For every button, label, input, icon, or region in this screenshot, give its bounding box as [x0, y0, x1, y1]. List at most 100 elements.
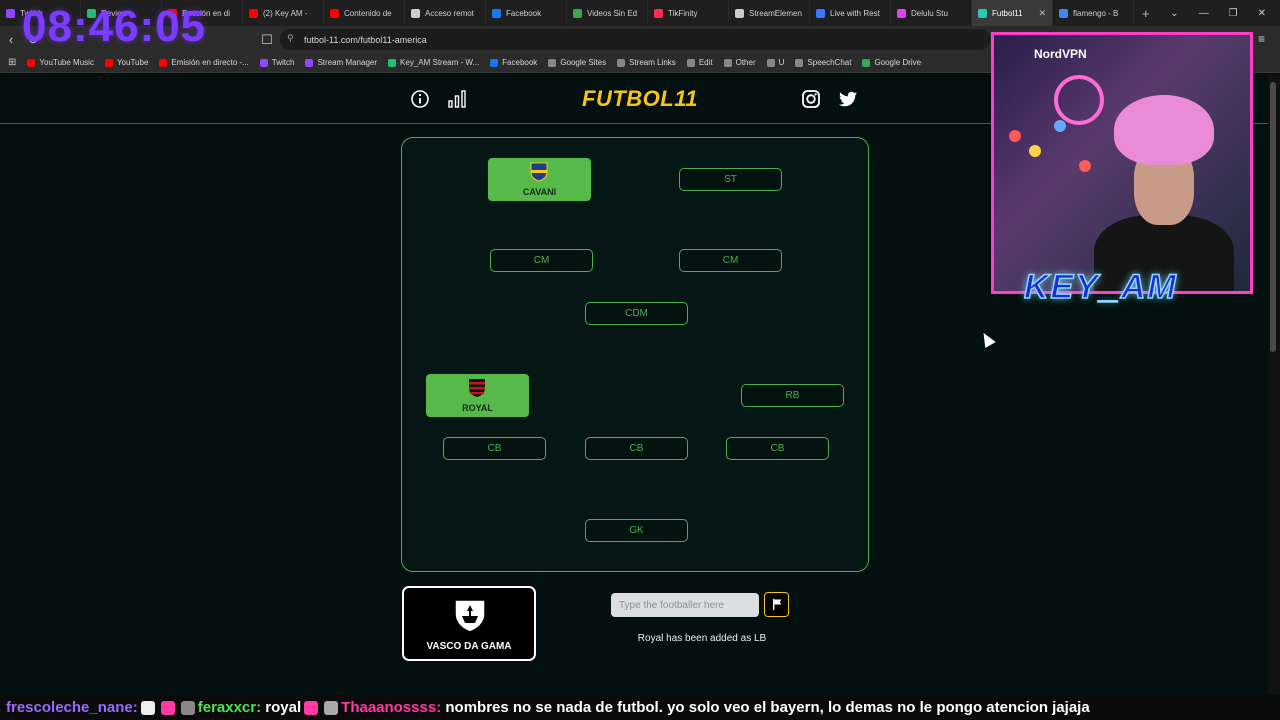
bookmark-label: Edit — [698, 58, 713, 67]
bookmark-item[interactable]: SpeechChat — [795, 58, 851, 67]
browser-tab[interactable]: (2) Key AM - — [243, 0, 324, 26]
give-up-flag-button[interactable] — [764, 592, 789, 617]
scrollbar-thumb[interactable] — [1270, 82, 1276, 352]
emote-icon — [324, 700, 339, 715]
futbol11-logo[interactable]: FUTBOL11 — [582, 86, 698, 112]
player-card-cavani[interactable]: CAVANI — [488, 158, 591, 201]
tab-label: StreamElemen — [749, 8, 802, 18]
bookmark-label: YouTube — [116, 58, 149, 67]
stream-clock-overlay: 08:46:05 — [22, 2, 207, 51]
bookmark-favicon-icon — [862, 58, 871, 67]
slot-cm-left[interactable]: CM — [490, 249, 593, 272]
bookmark-item[interactable]: Twitch — [259, 58, 294, 67]
slot-gk[interactable]: GK — [585, 519, 688, 542]
bookmark-item[interactable]: Emisión en directo -... — [159, 58, 249, 67]
bookmark-item[interactable]: U — [766, 58, 784, 67]
slot-cdm[interactable]: CDM — [585, 302, 688, 325]
tab-label: flamengo - B — [1073, 8, 1119, 18]
bookmark-item[interactable]: YouTube Music — [27, 58, 94, 67]
tab-favicon-icon — [735, 8, 744, 18]
bookmark-favicon-icon — [490, 58, 499, 67]
chat-ticker: frescoleche_nane: feraxxcr: royal Thaaan… — [0, 695, 1280, 720]
restore-button[interactable]: ❐ — [1229, 8, 1238, 19]
bookmark-item[interactable]: Other — [723, 58, 756, 67]
slot-st[interactable]: ST — [679, 168, 782, 191]
tab-label: Acceso remot — [425, 8, 474, 18]
tab-label: Live with Rest — [830, 8, 880, 18]
ring-light — [1054, 75, 1104, 125]
browser-tab[interactable]: StreamElemen — [729, 0, 810, 26]
footballer-search-input[interactable] — [611, 593, 759, 617]
slot-cb-right[interactable]: CB — [726, 437, 829, 460]
browser-tab[interactable]: Facebook — [486, 0, 567, 26]
slot-cm-right[interactable]: CM — [679, 249, 782, 272]
bookmark-item[interactable]: Edit — [686, 58, 713, 67]
minimize-button[interactable]: — — [1199, 8, 1209, 19]
page-scrollbar[interactable] — [1268, 74, 1280, 694]
bookmark-favicon-icon — [27, 58, 36, 67]
flag-icon — [772, 599, 781, 610]
site-info-icon[interactable]: ⚲ — [287, 33, 294, 44]
tab-favicon-icon — [6, 8, 15, 18]
slot-cb-center[interactable]: CB — [585, 437, 688, 460]
instagram-icon[interactable] — [801, 89, 821, 109]
tab-search-icon[interactable]: ⌄ — [1170, 8, 1178, 19]
chat-user: frescoleche_nane: — [6, 699, 138, 716]
bookmark-favicon-icon — [259, 58, 268, 67]
close-window-button[interactable]: ✕ — [1258, 8, 1266, 19]
bookmark-favicon-icon — [159, 58, 168, 67]
slot-cb-left[interactable]: CB — [443, 437, 546, 460]
stats-icon[interactable] — [447, 89, 467, 109]
club-name: VASCO DA GAMA — [426, 641, 512, 652]
bookmark-item[interactable]: Facebook — [490, 58, 537, 67]
bookmark-item[interactable]: YouTube — [104, 58, 149, 67]
close-tab-icon[interactable]: ✕ — [1038, 8, 1046, 19]
browser-tab[interactable]: Contenido de — [324, 0, 405, 26]
bookmark-item[interactable]: Stream Links — [617, 58, 676, 67]
bookmark-item[interactable]: Google Sites — [548, 58, 606, 67]
flamengo-crest-icon — [469, 379, 485, 397]
twitter-icon[interactable] — [838, 89, 858, 109]
tab-favicon-icon — [573, 8, 582, 18]
vasco-da-gama-crest-icon — [454, 599, 486, 633]
player-name: ROYAL — [462, 403, 493, 413]
apps-grid-icon[interactable]: ⊞ — [8, 57, 16, 68]
browser-tab[interactable]: Futbol11 ✕ — [972, 0, 1053, 26]
tab-favicon-icon — [492, 8, 501, 18]
tab-favicon-icon — [654, 8, 663, 18]
browser-tab[interactable]: Videos Sin Ed — [567, 0, 648, 26]
new-tab-button[interactable]: + — [1134, 6, 1158, 21]
bookmark-label: SpeechChat — [807, 58, 852, 67]
bookmark-favicon-icon — [766, 58, 775, 67]
browser-tab[interactable]: Live with Rest — [810, 0, 891, 26]
status-message: Royal has been added as LB — [637, 633, 767, 644]
bookmark-favicon-icon — [723, 58, 732, 67]
tab-label: Facebook — [506, 8, 542, 18]
url-field[interactable]: ⚲ futbol-11.com/futbol11-america — [280, 29, 990, 50]
bookmark-item[interactable]: Google Drive — [862, 58, 921, 67]
player-card-royal[interactable]: ROYAL — [426, 374, 529, 417]
chat-user: feraxxcr: — [197, 699, 262, 716]
browser-tab[interactable]: flamengo - B — [1053, 0, 1134, 26]
browser-tab[interactable]: Delulu Stu — [891, 0, 972, 26]
browser-tab[interactable]: TikFinity — [648, 0, 729, 26]
browser-tab[interactable]: Acceso remot — [405, 0, 486, 26]
emote-icon — [140, 700, 155, 715]
browser-menu-icon[interactable]: ≡ — [1258, 32, 1265, 46]
bookmark-label: Google Drive — [874, 58, 922, 67]
bookmark-label: Facebook — [502, 58, 538, 67]
streamer-pink-hat — [1114, 95, 1214, 165]
bookmark-label: Stream Manager — [317, 58, 378, 67]
tab-label: Futbol11 — [992, 8, 1023, 18]
tab-label: Videos Sin Ed — [587, 8, 638, 18]
bookmark-item[interactable]: Key_AM Stream - W... — [388, 58, 479, 67]
bookmark-page-icon[interactable]: ☐ — [256, 32, 278, 48]
info-icon[interactable] — [410, 89, 430, 109]
back-button[interactable]: ‹ — [0, 32, 22, 47]
bookmark-item[interactable]: Stream Manager — [305, 58, 377, 67]
slot-rb[interactable]: RB — [741, 384, 844, 407]
bookmark-favicon-icon — [686, 58, 695, 67]
bookmark-label: Stream Links — [629, 58, 676, 67]
boca-juniors-crest-icon — [530, 162, 548, 182]
tab-favicon-icon — [249, 8, 258, 18]
